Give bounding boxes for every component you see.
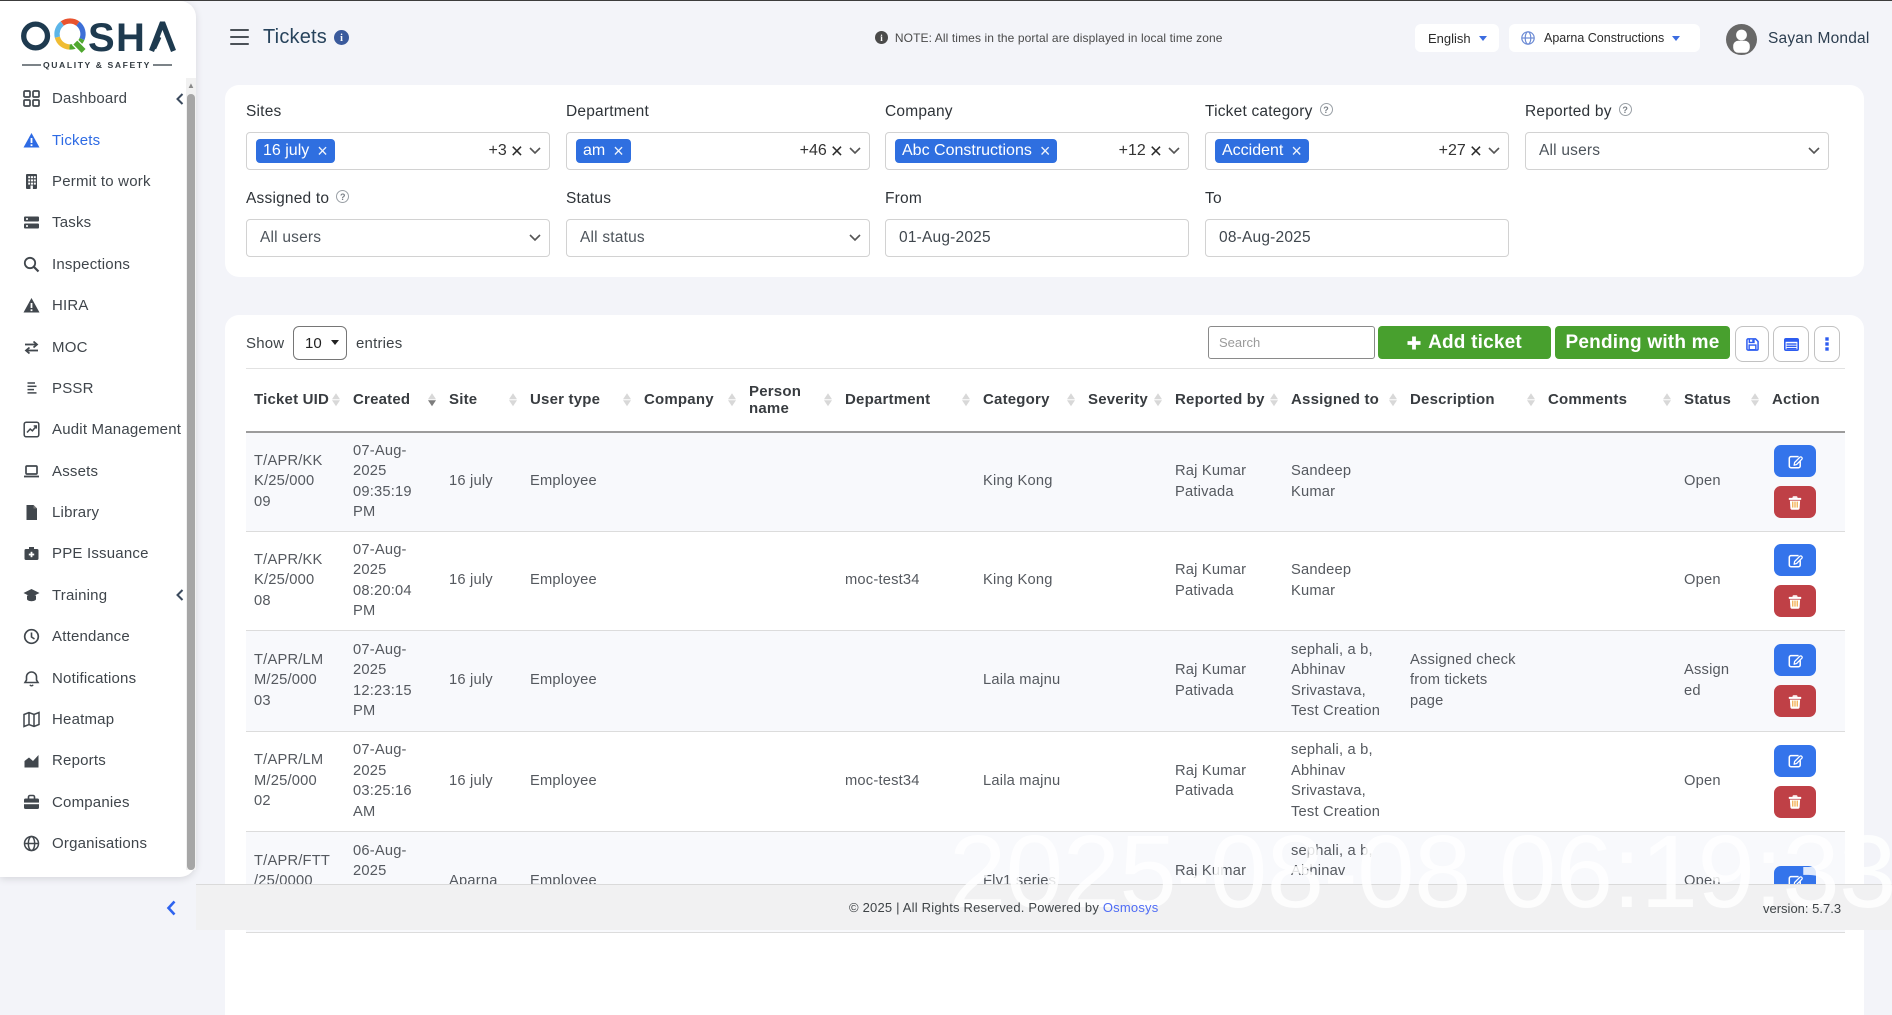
svg-text:S: S	[88, 16, 115, 60]
svg-text:H: H	[116, 16, 145, 60]
svg-text:QUALITY & SAFETY: QUALITY & SAFETY	[43, 60, 151, 70]
svg-text:i: i	[880, 33, 883, 43]
svg-text:i: i	[340, 33, 343, 44]
